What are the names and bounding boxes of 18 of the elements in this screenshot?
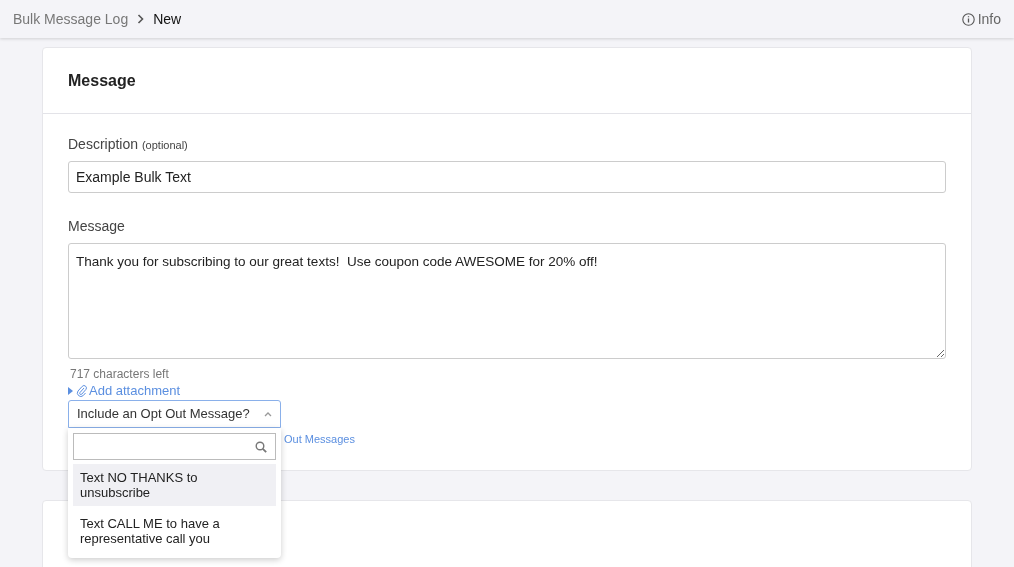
dropdown-option[interactable]: Text NO THANKS to unsubscribe [73, 464, 276, 506]
field-label: Description (optional) [68, 135, 189, 154]
card-title: Message [68, 70, 136, 91]
chevron-right-icon [137, 14, 145, 24]
breadcrumb-item: New [153, 9, 182, 29]
triangle-right-icon [68, 386, 73, 395]
info-icon [961, 12, 975, 26]
opt-out-select[interactable]: Include an Opt Out Message? [68, 400, 281, 428]
description-field[interactable]: Example Bulk Text [68, 161, 946, 193]
caret-icon [264, 411, 272, 417]
character-counter: 717 characters left [70, 366, 170, 382]
paperclip-icon [76, 384, 87, 397]
field-label: Message [68, 217, 126, 236]
search-field[interactable] [73, 433, 276, 460]
message-field[interactable]: Thank you for subscribing to our great texts! Use coupon code AWESOME for 20% off! [68, 243, 946, 359]
info-button[interactable]: Info [961, 8, 1001, 30]
search-icon [255, 440, 267, 453]
breadcrumb-item[interactable]: Bulk Message Log [13, 8, 129, 30]
